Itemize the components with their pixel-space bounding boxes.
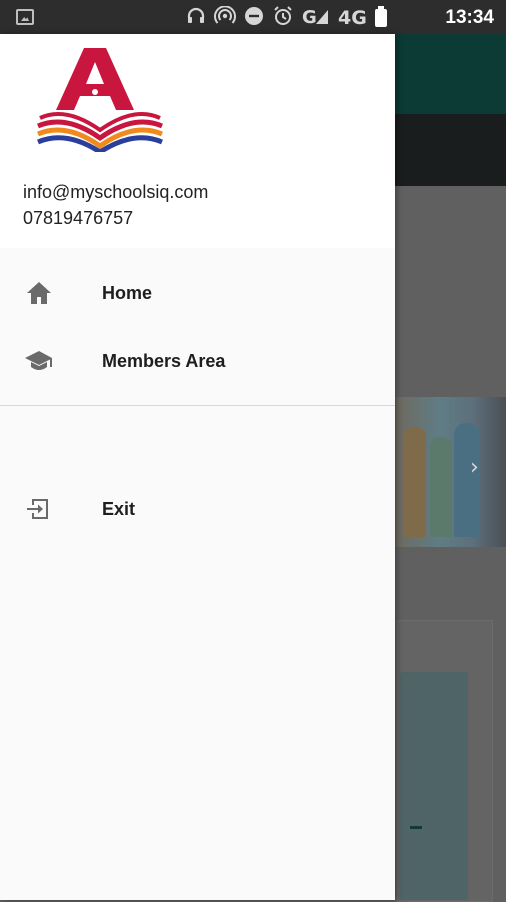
- content-dash: [410, 826, 422, 829]
- carousel-next-icon: ›: [470, 455, 479, 480]
- drawer-item-label: Exit: [102, 498, 136, 519]
- clock: 13:34: [445, 7, 494, 28]
- contact-email[interactable]: info@myschoolsiq.com: [23, 182, 208, 203]
- graduation-cap-icon: [24, 346, 54, 376]
- battery-icon: [374, 6, 387, 27]
- home-icon: [24, 278, 54, 308]
- alarm-icon: [272, 5, 294, 32]
- do-not-disturb-icon: [244, 6, 264, 31]
- image-icon: [16, 9, 34, 25]
- contact-phone[interactable]: 07819476757: [23, 208, 133, 229]
- network-type: 4G: [338, 7, 367, 29]
- drawer-header: info@myschoolsiq.com 07819476757: [0, 34, 395, 248]
- content-card-panel: [400, 672, 468, 900]
- headset-icon: [186, 6, 206, 31]
- drawer-item-members-area[interactable]: Members Area: [0, 328, 395, 394]
- drawer-item-home[interactable]: Home: [0, 260, 395, 326]
- drawer-item-label: Members Area: [102, 350, 226, 371]
- status-bar: G 4G 13:34: [0, 0, 506, 34]
- exit-icon: [24, 494, 54, 524]
- hotspot-icon: [214, 4, 236, 31]
- drawer-item-label: Home: [102, 282, 153, 303]
- drawer-divider: [0, 405, 395, 406]
- school-logo: [37, 48, 163, 152]
- carousel-image: [396, 397, 506, 547]
- signal-icon: G: [302, 6, 330, 31]
- svg-text:G: G: [302, 7, 317, 26]
- navigation-drawer: info@myschoolsiq.com 07819476757 Home Me…: [0, 34, 395, 900]
- drawer-item-exit[interactable]: Exit: [0, 476, 395, 542]
